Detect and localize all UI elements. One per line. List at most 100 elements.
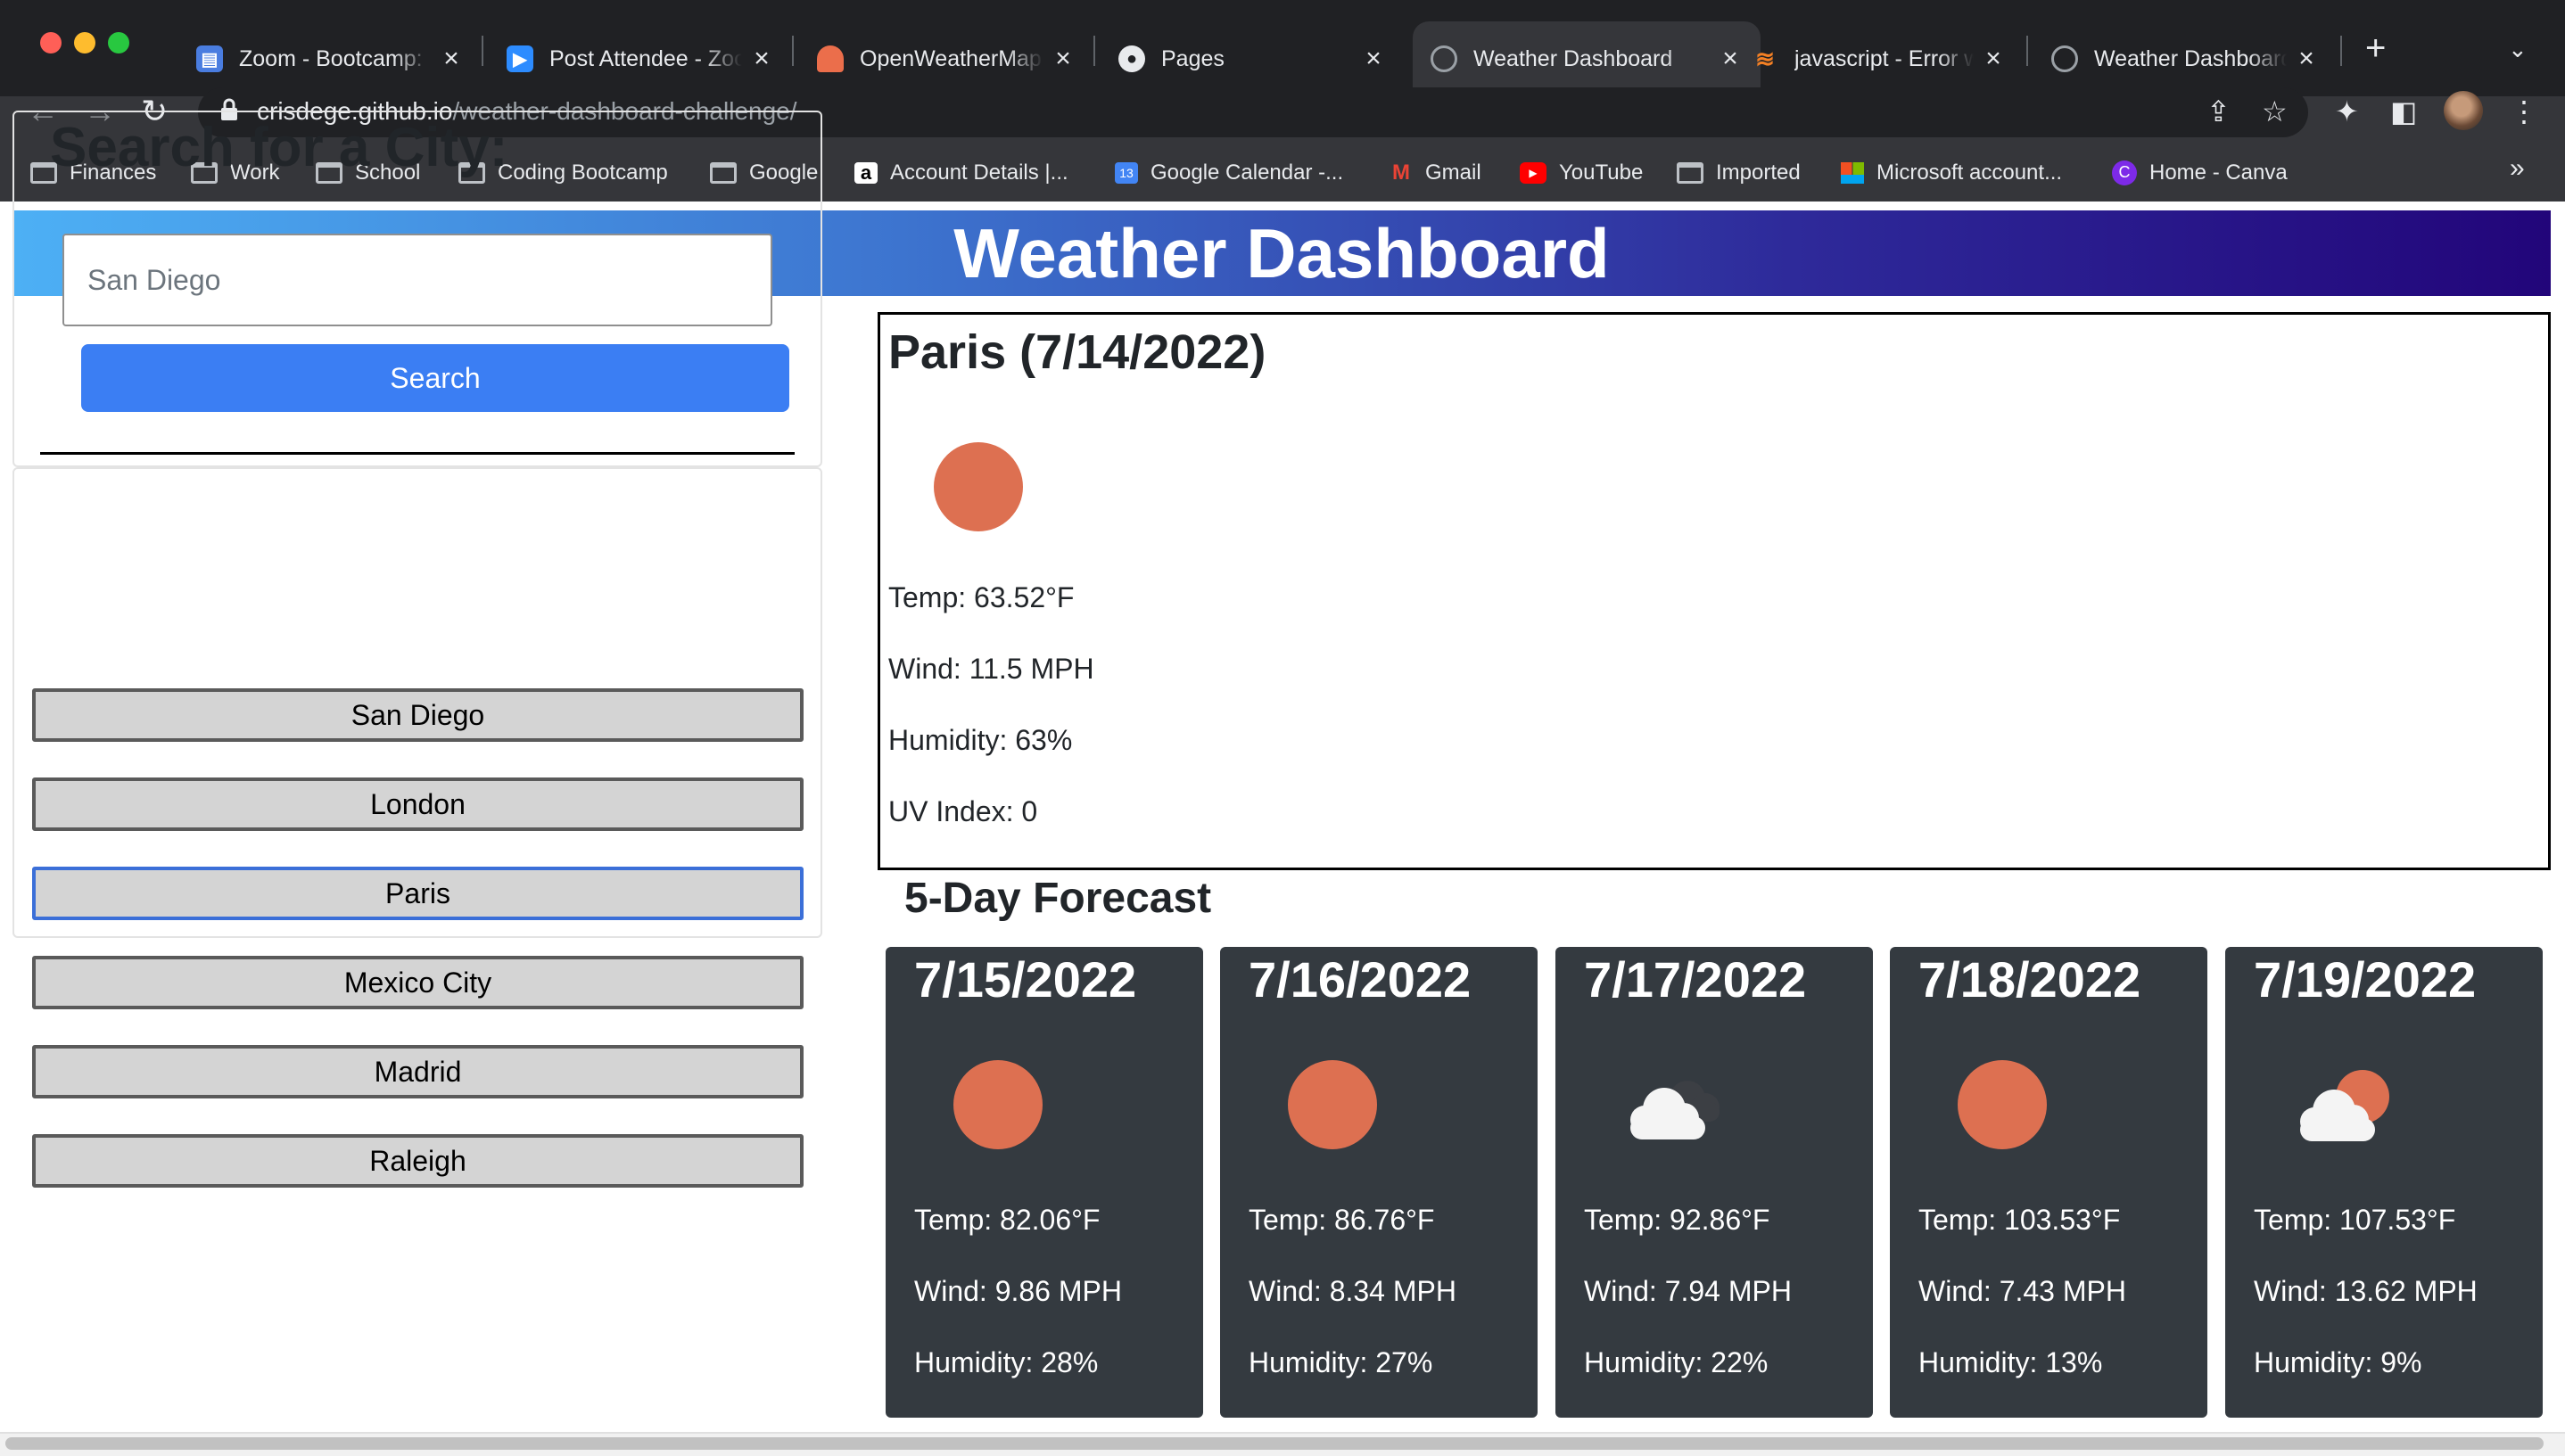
tab-weather-dashboard-active[interactable]: Weather Dashboard × xyxy=(1413,21,1761,96)
tab-title: Weather Dashboard xyxy=(2094,45,2287,71)
scrollbar-thumb[interactable] xyxy=(5,1437,2544,1450)
search-button[interactable]: Search xyxy=(81,344,789,412)
forecast-wind: Wind: 7.43 MPH xyxy=(1918,1275,2126,1307)
forecast-temp: Temp: 107.53°F xyxy=(2254,1204,2456,1236)
sun-icon xyxy=(953,1060,1043,1149)
history-button-mexico-city[interactable]: Mexico City xyxy=(32,956,804,1009)
folder-icon xyxy=(1677,162,1703,184)
sun-icon xyxy=(1958,1060,2047,1149)
calendar-icon: 13 xyxy=(1115,162,1138,184)
bookmark-microsoft[interactable]: Microsoft account... xyxy=(1841,155,2062,191)
tab-search-chevron-icon[interactable]: ⌄ xyxy=(2508,36,2528,63)
sun-icon xyxy=(934,442,1023,531)
forecast-wind: Wind: 13.62 MPH xyxy=(2254,1275,2478,1307)
tab-weather-dashboard[interactable]: Weather Dashboard × xyxy=(2033,21,2337,96)
tab-separator xyxy=(482,36,483,66)
city-search-input[interactable] xyxy=(62,234,772,326)
youtube-icon: ▶ xyxy=(1520,162,1546,184)
current-humidity: Humidity: 63% xyxy=(888,724,1073,756)
side-panel-icon[interactable]: ◧ xyxy=(2390,96,2417,127)
forecast-wind: Wind: 8.34 MPH xyxy=(1249,1275,1456,1307)
github-icon: ● xyxy=(1118,45,1145,72)
close-icon[interactable]: × xyxy=(2294,45,2319,72)
search-heading: Search for a City: xyxy=(50,117,508,178)
microsoft-icon xyxy=(1841,162,1864,184)
forecast-temp: Temp: 103.53°F xyxy=(1918,1204,2121,1236)
current-temp: Temp: 63.52°F xyxy=(888,581,1075,613)
more-bookmarks-icon[interactable]: » xyxy=(2510,153,2525,184)
history-button-raleigh[interactable]: Raleigh xyxy=(32,1134,804,1188)
forecast-card: 7/19/2022 Temp: 107.53°F Wind: 13.62 MPH… xyxy=(2225,947,2543,1418)
close-window-button[interactable] xyxy=(40,32,62,53)
forecast-humidity: Humidity: 13% xyxy=(1918,1346,2103,1378)
tab-separator xyxy=(2340,36,2342,66)
current-uv-index: UV Index: 0 xyxy=(888,795,1038,827)
stackoverflow-icon: ≋ xyxy=(1755,45,1775,72)
tab-title: Zoom - Bootcamp: xyxy=(239,45,423,71)
forecast-humidity: Humidity: 28% xyxy=(914,1346,1099,1378)
history-button-madrid[interactable]: Madrid xyxy=(32,1045,804,1098)
tab-zoom-bootcamp[interactable]: ▤ Zoom - Bootcamp: × xyxy=(178,21,482,96)
forecast-heading: 5-Day Forecast xyxy=(904,875,1212,922)
share-icon[interactable]: ⇪ xyxy=(2206,96,2231,127)
zoom-icon: ▶ xyxy=(507,45,533,72)
tab-separator xyxy=(792,36,794,66)
bookmark-canva[interactable]: C Home - Canva xyxy=(2112,155,2288,191)
close-icon[interactable]: × xyxy=(1361,45,1386,72)
current-weather-card xyxy=(878,312,2551,870)
profile-avatar[interactable] xyxy=(2444,91,2483,130)
bookmark-star-icon[interactable]: ☆ xyxy=(2262,96,2288,127)
forecast-humidity: Humidity: 22% xyxy=(1584,1346,1769,1378)
forecast-card: 7/16/2022 Temp: 86.76°F Wind: 8.34 MPH H… xyxy=(1220,947,1538,1418)
forecast-date: 7/19/2022 xyxy=(2254,951,2477,1008)
bookmark-imported[interactable]: Imported xyxy=(1677,155,1801,191)
tab-post-attendee[interactable]: ▶ Post Attendee - Zoom × xyxy=(489,21,792,96)
clouds-icon xyxy=(1630,1081,1720,1139)
close-icon[interactable]: × xyxy=(439,45,464,72)
tab-title: Weather Dashboard xyxy=(1473,45,1673,71)
tab-title: Post Attendee - Zoom xyxy=(549,45,742,71)
bookmark-label: Gmail xyxy=(1425,160,1481,185)
bookmark-label: YouTube xyxy=(1559,160,1644,185)
maximize-window-button[interactable] xyxy=(108,32,129,53)
forecast-card: 7/18/2022 Temp: 103.53°F Wind: 7.43 MPH … xyxy=(1890,947,2207,1418)
globe-icon xyxy=(1431,45,1457,72)
extensions-puzzle-icon[interactable]: ✦ xyxy=(2335,96,2359,127)
chrome-menu-icon[interactable]: ⋮ xyxy=(2510,96,2538,127)
forecast-temp: Temp: 92.86°F xyxy=(1584,1204,1770,1236)
gmail-icon: M xyxy=(1392,160,1410,185)
new-tab-button[interactable]: + xyxy=(2365,30,2386,66)
divider xyxy=(40,452,795,455)
partly-cloudy-icon xyxy=(2300,1070,2389,1141)
forecast-date: 7/16/2022 xyxy=(1249,951,1472,1008)
forecast-date: 7/17/2022 xyxy=(1584,951,1807,1008)
close-icon[interactable]: × xyxy=(1051,45,1076,72)
amazon-icon: a xyxy=(854,162,878,184)
bookmark-label: Microsoft account... xyxy=(1876,160,2063,185)
tab-openweathermap[interactable]: OpenWeatherMap API × xyxy=(799,21,1093,96)
tab-separator xyxy=(1093,36,1095,66)
tab-stackoverflow[interactable]: ≋ javascript - Error with × xyxy=(1734,21,2024,96)
bookmark-account-details[interactable]: a Account Details |... xyxy=(854,155,1068,191)
history-button-san-diego[interactable]: San Diego xyxy=(32,688,804,742)
minimize-window-button[interactable] xyxy=(74,32,95,53)
forecast-wind: Wind: 9.86 MPH xyxy=(914,1275,1122,1307)
canva-icon: C xyxy=(2112,160,2137,185)
bookmark-google-calendar[interactable]: 13 Google Calendar -... xyxy=(1115,155,1343,191)
history-button-paris[interactable]: Paris xyxy=(32,867,804,920)
close-icon[interactable]: × xyxy=(1981,45,2006,72)
globe-icon xyxy=(2051,45,2078,72)
history-button-london[interactable]: London xyxy=(32,777,804,831)
tab-title: javascript - Error with xyxy=(1794,45,1974,71)
current-city-title: Paris (7/14/2022) xyxy=(888,325,1266,379)
openweathermap-icon xyxy=(817,45,844,72)
current-wind: Wind: 11.5 MPH xyxy=(888,653,1094,685)
forecast-humidity: Humidity: 27% xyxy=(1249,1346,1433,1378)
tab-github-pages[interactable]: ● Pages × xyxy=(1101,21,1404,96)
bookmark-label: Home - Canva xyxy=(2149,160,2288,185)
forecast-humidity: Humidity: 9% xyxy=(2254,1346,2422,1378)
forecast-temp: Temp: 86.76°F xyxy=(1249,1204,1435,1236)
close-icon[interactable]: × xyxy=(749,45,774,72)
bookmark-youtube[interactable]: ▶ YouTube xyxy=(1520,155,1643,191)
bookmark-gmail[interactable]: M Gmail xyxy=(1390,155,1481,191)
